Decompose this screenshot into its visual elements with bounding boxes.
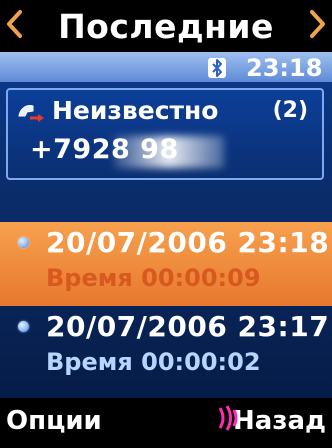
title-bar: Последние bbox=[0, 0, 332, 52]
page-title: Последние bbox=[58, 6, 274, 46]
phone-forward-icon bbox=[18, 105, 44, 122]
chevron-left-icon[interactable] bbox=[6, 9, 22, 39]
options-softkey[interactable]: Опции bbox=[6, 406, 102, 436]
chevron-right-icon[interactable] bbox=[310, 9, 326, 39]
call-entry[interactable]: 20/07/2006 23:17 Время 00:00:02 bbox=[0, 306, 332, 390]
call-duration: Время 00:00:02 bbox=[46, 348, 261, 376]
status-time: 23:18 bbox=[246, 54, 323, 82]
call-count: (2) bbox=[272, 98, 308, 123]
bullet-icon bbox=[18, 321, 29, 332]
call-entry[interactable]: 20/07/2006 23:18 Время 00:00:09 bbox=[0, 222, 332, 306]
number-blur-mask bbox=[114, 136, 224, 168]
bullet-icon bbox=[18, 237, 29, 248]
contact-card[interactable]: Неизвестно (2) +7928 98 bbox=[6, 88, 324, 180]
call-datetime: 20/07/2006 23:17 bbox=[46, 310, 330, 343]
bluetooth-icon bbox=[208, 58, 226, 78]
watermark-icon bbox=[218, 405, 238, 431]
back-softkey[interactable]: Назад bbox=[233, 406, 326, 436]
softkey-bar: Опции Назад bbox=[0, 398, 332, 448]
call-duration: Время 00:00:09 bbox=[46, 264, 261, 292]
call-datetime: 20/07/2006 23:18 bbox=[46, 226, 330, 259]
contact-name: Неизвестно bbox=[52, 96, 219, 125]
